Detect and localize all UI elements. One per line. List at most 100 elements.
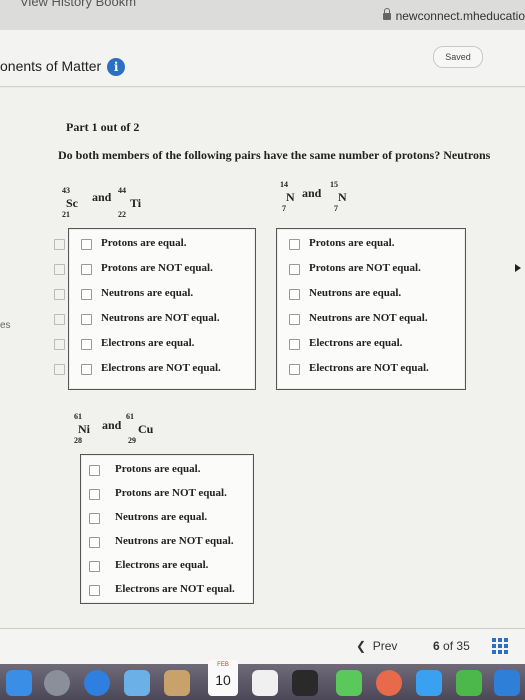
part-label: Part 1 out of 2 (66, 120, 140, 134)
atomic-number: 7 (334, 204, 338, 213)
answer-box-pair-3: Protons are equal. Protons are NOT equal… (80, 454, 254, 604)
atomic-number: 28 (74, 436, 82, 445)
checkbox[interactable] (89, 537, 100, 548)
checkbox[interactable] (81, 364, 92, 375)
mass-number: 43 (62, 186, 70, 195)
checkbox[interactable] (289, 364, 300, 375)
lock-icon (382, 8, 391, 20)
calendar-month: FEB (217, 662, 229, 668)
info-icon[interactable]: i (107, 58, 126, 77)
option-label[interactable]: Electrons are NOT equal. (101, 362, 221, 374)
photos-icon[interactable] (376, 670, 402, 696)
menu-bar-fragment[interactable]: View History Bookm (20, 0, 136, 9)
element-symbol: N (338, 190, 347, 204)
mass-number: 15 (330, 180, 338, 189)
option-label[interactable]: Neutrons are equal. (115, 511, 207, 523)
option-label[interactable]: Neutrons are NOT equal. (101, 312, 220, 324)
checkbox-shadow (54, 239, 65, 250)
element-symbol: N (286, 190, 295, 204)
mass-number: 44 (118, 186, 126, 195)
checkbox[interactable] (81, 239, 92, 250)
checkbox[interactable] (89, 513, 100, 524)
isotope-pair-2: 14 N 7 and 15 N 7 (280, 180, 370, 214)
option-label[interactable]: Electrons are equal. (309, 337, 402, 349)
checkbox-shadow (54, 264, 65, 275)
checkbox-shadow (54, 289, 65, 300)
safari-icon[interactable] (84, 670, 110, 696)
launchpad-icon[interactable] (44, 670, 70, 696)
checkbox[interactable] (89, 585, 100, 596)
checkbox-shadow (54, 339, 65, 350)
element-symbol: Ti (130, 196, 142, 210)
checkbox[interactable] (89, 561, 100, 572)
option-label[interactable]: Electrons are equal. (101, 337, 194, 349)
answer-box-pair-1: Protons are equal. Protons are NOT equal… (68, 228, 256, 390)
atomic-number: 21 (62, 210, 70, 219)
checkbox-shadow (54, 364, 65, 375)
option-label[interactable]: Protons are equal. (115, 463, 200, 475)
prev-button[interactable]: ❮ Prev (356, 639, 397, 653)
element-symbol: Cu (138, 422, 154, 436)
mass-number: 61 (126, 412, 134, 421)
option-label[interactable]: Neutrons are equal. (309, 287, 401, 299)
app-store-icon[interactable] (494, 670, 520, 696)
dock (0, 664, 525, 700)
mail-icon[interactable] (124, 670, 150, 696)
checkbox[interactable] (81, 339, 92, 350)
finder-icon[interactable] (6, 670, 32, 696)
atomic-number: 22 (118, 210, 126, 219)
atomic-number: 29 (128, 436, 136, 445)
answer-box-pair-2: Protons are equal. Protons are NOT equal… (276, 228, 466, 390)
saved-badge: Saved (433, 46, 483, 68)
pair-joiner: and (92, 190, 112, 204)
option-label[interactable]: Neutrons are NOT equal. (115, 535, 234, 547)
assignment-header: onents of Matter i Saved (0, 30, 525, 87)
checkbox[interactable] (89, 465, 100, 476)
isotope-pair-1: 43 Sc 21 and 44 Ti 22 (62, 186, 162, 220)
option-label[interactable]: Neutrons are equal. (101, 287, 193, 299)
url-text: newconnect.mheducatio (395, 9, 525, 23)
facetime-icon[interactable] (456, 670, 482, 696)
question-navigation: ❮ Prev 6 of 35 (0, 628, 525, 665)
page-current: 6 (433, 639, 440, 653)
page-counter: 6 of 35 (433, 639, 470, 653)
question-panel: es Part 1 out of 2 Do both members of th… (0, 88, 525, 628)
browser-toolbar: View History Bookm newconnect.mheducatio (0, 0, 525, 31)
element-symbol: Ni (78, 422, 90, 436)
maps-icon[interactable] (336, 670, 362, 696)
option-label[interactable]: Electrons are NOT equal. (309, 362, 429, 374)
checkbox[interactable] (81, 264, 92, 275)
question-grid-icon[interactable] (492, 638, 508, 654)
option-label[interactable]: Protons are equal. (309, 237, 394, 249)
option-label[interactable]: Protons are NOT equal. (309, 262, 421, 274)
address-bar[interactable]: newconnect.mheducatio (382, 8, 525, 23)
messages-icon[interactable] (416, 670, 442, 696)
option-label[interactable]: Protons are NOT equal. (115, 487, 227, 499)
option-label[interactable]: Electrons are equal. (115, 559, 208, 571)
checkbox[interactable] (289, 264, 300, 275)
element-symbol: Sc (66, 196, 78, 210)
checkbox[interactable] (81, 314, 92, 325)
checkbox[interactable] (89, 489, 100, 500)
checkbox[interactable] (289, 314, 300, 325)
checkbox[interactable] (81, 289, 92, 300)
option-label[interactable]: Neutrons are NOT equal. (309, 312, 428, 324)
isotope-pair-3: 61 Ni 28 and 61 Cu 29 (74, 412, 174, 446)
calendar-icon[interactable]: FEB 10 (208, 660, 238, 696)
page-total: 35 (456, 639, 470, 653)
page-title: onents of Matter i (0, 58, 126, 77)
checkbox-shadow (54, 314, 65, 325)
option-label[interactable]: Protons are NOT equal. (101, 262, 213, 274)
notes-icon[interactable] (252, 670, 278, 696)
option-label[interactable]: Protons are equal. (101, 237, 186, 249)
sidebar-fragment: es (0, 320, 11, 331)
option-label[interactable]: Electrons are NOT equal. (115, 583, 235, 595)
scroll-right-arrow-icon[interactable] (515, 264, 521, 272)
reminders-icon[interactable] (292, 670, 318, 696)
calendar-day: 10 (215, 672, 231, 688)
checkbox[interactable] (289, 289, 300, 300)
contacts-icon[interactable] (164, 670, 190, 696)
question-text: Do both members of the following pairs h… (58, 148, 491, 162)
checkbox[interactable] (289, 339, 300, 350)
checkbox[interactable] (289, 239, 300, 250)
